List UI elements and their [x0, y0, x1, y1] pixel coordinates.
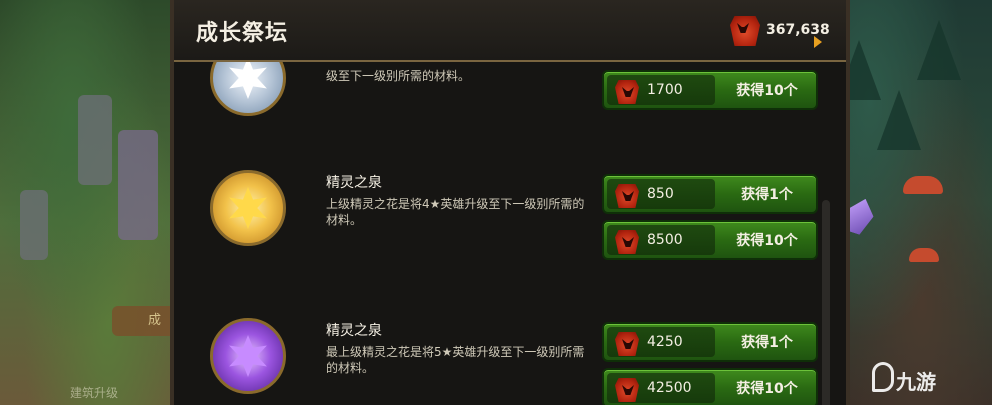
arrow-icon: [814, 36, 822, 48]
button-label: 获得10个: [736, 381, 798, 397]
cost-value: 1700: [647, 82, 683, 98]
stone-pillar: [118, 130, 158, 240]
cost-box: 1700: [607, 75, 715, 105]
pine-tree: [877, 90, 921, 150]
buy-1-button[interactable]: 850 获得1个: [602, 174, 818, 214]
cost-value: 42500: [647, 380, 692, 396]
button-label: 获得10个: [736, 233, 798, 249]
cost-box: 8500: [607, 225, 715, 255]
panel-header: 成长祭坛 367,638: [174, 0, 846, 62]
item-name: 精灵之泉: [326, 175, 382, 191]
background-building-label: 建筑升级: [70, 386, 119, 400]
cost-value: 4250: [647, 334, 683, 350]
buy-1-button[interactable]: 4250 获得1个: [602, 322, 818, 362]
background-scenery-left: 成 建筑升级: [0, 0, 182, 405]
buy-10-button[interactable]: 42500 获得10个: [602, 368, 818, 405]
buy-10-button[interactable]: 8500 获得10个: [602, 220, 818, 260]
page-title: 成长祭坛: [196, 21, 289, 46]
cost-box: 4250: [607, 327, 715, 357]
jiuyou-logo-icon: [872, 362, 894, 392]
item-description: 级至下一级别所需的材料。: [326, 69, 471, 83]
item-description: 最上级精灵之花是将5★英雄升级至下一级别所需的材料。: [326, 345, 585, 375]
red-gem-icon: [615, 184, 639, 208]
cost-value: 850: [647, 186, 674, 202]
cost-value: 8500: [647, 232, 683, 248]
watermark: 九游: [896, 370, 936, 394]
red-gem-icon: [615, 230, 639, 254]
scrollbar[interactable]: [822, 200, 830, 405]
item-list[interactable]: 级至下一级别所需的材料。 1700 获得10个 精灵之泉 上级精灵之花是将4★英…: [174, 62, 846, 405]
stone-pillar: [20, 190, 48, 260]
button-label: 获得10个: [736, 83, 798, 99]
buy-10-button[interactable]: 1700 获得10个: [602, 70, 818, 110]
silver-flower-icon: [210, 62, 286, 116]
gold-flower-icon: [210, 170, 286, 246]
cost-box: 42500: [607, 373, 715, 403]
button-label: 获得1个: [741, 335, 793, 351]
purple-flower-icon: [210, 318, 286, 394]
red-gem-icon: [615, 332, 639, 356]
red-gem-icon: [615, 80, 639, 104]
cost-box: 850: [607, 179, 715, 209]
item-description: 上级精灵之花是将4★英雄升级至下一级别所需的材料。: [326, 197, 585, 227]
pine-tree: [917, 20, 961, 80]
stone-pillar: [78, 95, 112, 185]
growth-altar-panel: 成长祭坛 367,638 级至下一级别所需的材料。 1700 获得10个 精灵之…: [170, 0, 850, 405]
mushroom-icon: [903, 176, 943, 194]
red-gem-icon: [730, 16, 760, 46]
red-gem-icon: [615, 378, 639, 402]
item-name: 精灵之泉: [326, 323, 382, 339]
button-label: 获得1个: [741, 187, 793, 203]
mushroom-icon: [909, 248, 939, 262]
